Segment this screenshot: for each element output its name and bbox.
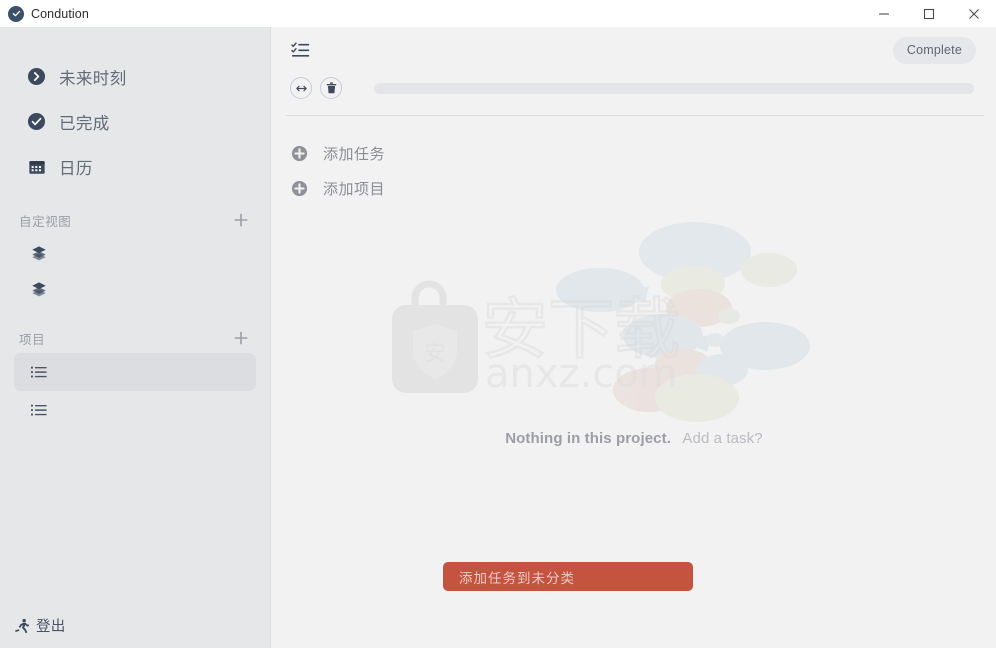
quick-actions: 添加任务 添加项目 [272,116,996,206]
add-project-plus-icon[interactable] [232,329,250,347]
add-project-label: 添加项目 [323,181,386,198]
custom-views-title: 自定视图 [19,214,72,229]
check-circle-icon [27,112,46,131]
tasks-checklist-icon[interactable] [290,40,310,60]
add-task-to-inbox-button[interactable]: 添加任务到未分类 [443,562,693,591]
svg-text:安: 安 [425,341,446,365]
logout-button[interactable]: 登出 [13,615,66,636]
custom-view-item-1[interactable] [14,235,256,271]
custom-view-item-2[interactable] [14,271,256,307]
svg-text:安下载: 安下载 [482,291,680,368]
add-project-action[interactable]: 添加项目 [290,171,996,206]
sidebar-nav: 未来时刻 已完成 日历 [0,27,270,189]
watermark-text: anxz.com [485,351,678,397]
sidebar-item-label: 日历 [59,159,93,178]
layers-icon [30,281,47,298]
complete-button[interactable]: Complete [892,36,976,64]
empty-state: Nothing in this project. Add a task? [272,430,996,448]
list-icon [30,364,47,381]
add-custom-view-plus-icon[interactable] [232,211,250,229]
sidebar-item-label: 已完成 [59,114,110,133]
project-name-input[interactable] [374,82,974,94]
site-watermark: 安 安下载 anxz.com [377,212,837,427]
arrows-left-right-icon[interactable] [290,77,312,99]
sidebar-item-label: 未来时刻 [59,69,127,88]
add-task-label: 添加任务 [323,146,386,163]
plus-circle-icon [290,180,308,198]
empty-state-primary: Nothing in this project. [505,430,671,447]
list-icon [30,402,47,419]
chevron-right-circle-icon [27,67,46,86]
add-task-action[interactable]: 添加任务 [290,136,996,171]
project-item-2[interactable] [14,391,256,429]
minimize-icon[interactable] [861,0,906,27]
toolbar-bottom-row [290,71,976,105]
app-window: Condution 未来时刻 已完成 日历 自定视图 项目 登出 Complet… [0,0,996,648]
projects-section-header: 项目 [0,323,270,353]
app-check-circle-icon [8,5,24,22]
maximize-icon[interactable] [906,0,951,27]
sidebar-item-upcoming[interactable]: 未来时刻 [0,54,270,99]
logout-label: 登出 [36,619,66,635]
calendar-icon [27,157,46,176]
sidebar: 未来时刻 已完成 日历 自定视图 项目 登出 [0,27,271,648]
plus-circle-icon [290,145,308,163]
sidebar-item-completed[interactable]: 已完成 [0,99,270,144]
layers-icon [30,245,47,262]
empty-state-secondary[interactable]: Add a task? [682,430,762,447]
close-icon[interactable] [951,0,996,27]
title-bar: Condution [0,0,996,27]
window-title: Condution [31,6,89,21]
sidebar-item-calendar[interactable]: 日历 [0,144,270,189]
toolbar-top-row: Complete [290,27,976,73]
trash-icon[interactable] [320,77,342,99]
custom-views-section-header: 自定视图 [0,205,270,235]
running-person-icon [13,617,31,635]
main-content: Complete 添加任务 添加项目 安 安下载 anxz.com Nothin… [272,27,996,648]
project-item-1[interactable] [14,353,256,391]
project-toolbar: Complete [272,27,996,115]
projects-title: 项目 [19,332,46,347]
